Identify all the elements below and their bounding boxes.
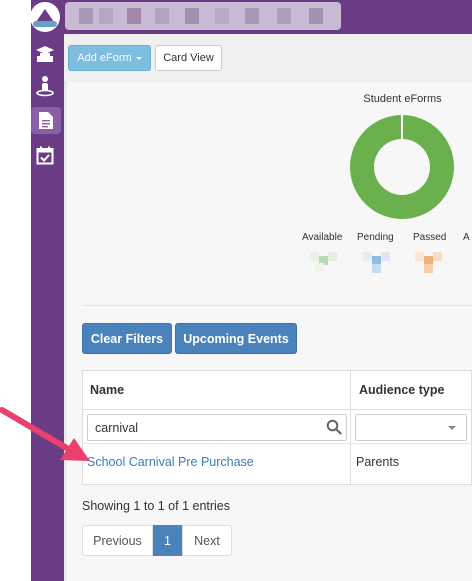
redacted-pixel (79, 8, 93, 24)
calendar-check-icon[interactable] (33, 143, 57, 167)
clear-filters-button[interactable]: Clear Filters (82, 323, 172, 354)
next-page-button[interactable]: Next (182, 525, 232, 556)
column-header-name[interactable]: Name (82, 370, 350, 410)
legend-passed-swatch (415, 252, 443, 273)
name-search-input[interactable] (87, 414, 347, 441)
table-info: Showing 1 to 1 of 1 entries (82, 499, 231, 513)
page-1-button[interactable]: 1 (153, 525, 182, 556)
search-icon[interactable] (326, 419, 342, 435)
redacted-pixel (155, 8, 169, 24)
previous-page-button[interactable]: Previous (82, 525, 153, 556)
redacted-pixel (245, 8, 259, 24)
card-view-button[interactable]: Card View (155, 45, 222, 71)
redacted-pixel (277, 8, 291, 24)
left-margin (0, 0, 31, 581)
document-icon[interactable] (31, 107, 61, 134)
legend-truncated-label: A (463, 232, 470, 243)
header-divider (82, 409, 472, 410)
caret-down-icon (135, 56, 142, 60)
redacted-pixel (185, 8, 199, 24)
filter-row-divider (82, 443, 472, 444)
chevron-down-icon (448, 426, 456, 430)
redacted-pixel (99, 8, 113, 24)
redacted-pixel (127, 8, 141, 24)
legend-available-swatch (310, 252, 338, 272)
add-eform-label: Add eForm (77, 52, 132, 64)
audience-type-select[interactable] (355, 414, 467, 441)
section-divider (82, 305, 472, 306)
donut-hole (374, 139, 430, 195)
eforms-donut-chart (350, 115, 454, 219)
app-logo[interactable] (30, 2, 60, 32)
legend-pending-label: Pending (357, 232, 394, 243)
redacted-pixel (309, 8, 323, 24)
redacted-title (65, 2, 341, 30)
chart-title: Student eForms (363, 93, 442, 105)
legend-passed-label: Passed (413, 232, 447, 243)
upcoming-events-button[interactable]: Upcoming Events (175, 323, 297, 354)
column-separator (350, 370, 351, 485)
eform-link[interactable]: School Carnival Pre Purchase (87, 455, 254, 469)
legend-pending-swatch (363, 252, 391, 273)
add-eform-button[interactable]: Add eForm (68, 45, 151, 71)
legend-available-label: Available (302, 232, 343, 243)
graduation-cap-icon[interactable] (33, 42, 57, 66)
column-header-audience-type[interactable]: Audience type (350, 370, 472, 410)
annotation-arrow-icon (0, 407, 90, 461)
audience-cell: Parents (356, 455, 400, 469)
student-icon[interactable] (33, 74, 57, 98)
redacted-pixel (215, 8, 229, 24)
logo-base (33, 21, 57, 27)
